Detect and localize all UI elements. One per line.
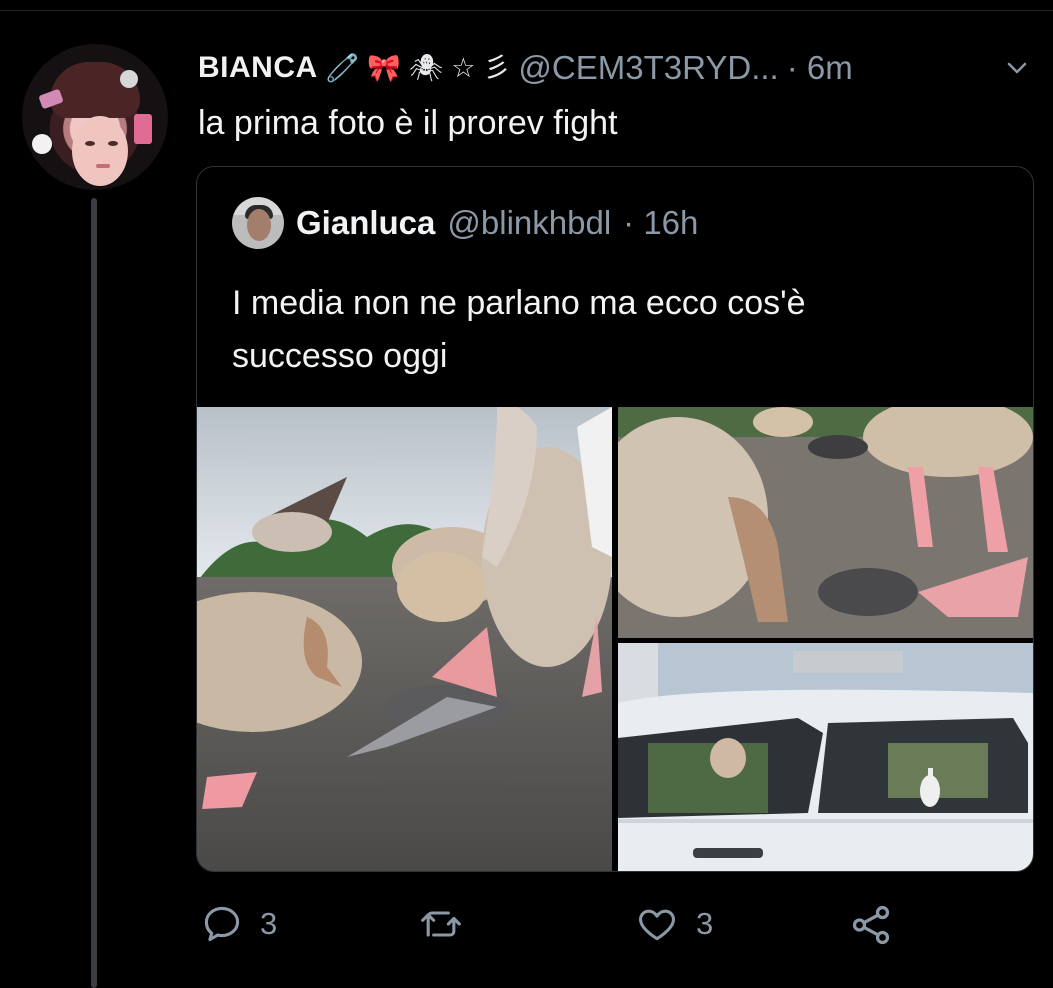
top-divider <box>0 10 1053 11</box>
reply-count: 3 <box>260 906 278 941</box>
thread-line <box>91 198 97 988</box>
geese-pigeon-photo[interactable] <box>197 407 612 871</box>
quoted-tweet[interactable]: Gianluca @blinkhbdl · 16h I media non ne… <box>196 166 1034 872</box>
quoted-media-grid <box>197 407 1033 871</box>
author-handle[interactable]: @CEM3T3RYD... <box>518 49 778 87</box>
quoted-tweet-time[interactable]: · 16h <box>623 204 698 242</box>
reply-icon <box>204 906 240 942</box>
quoted-author-handle[interactable]: @blinkhbdl <box>447 204 611 242</box>
author-avatar[interactable] <box>22 44 168 190</box>
spider-emoji: 🕷 <box>408 52 444 83</box>
share-icon <box>852 905 890 945</box>
police-car-goose-photo[interactable] <box>618 643 1033 871</box>
quoted-text-line-2: successo oggi <box>232 337 448 375</box>
author-display-name[interactable]: BIANCA <box>198 51 318 85</box>
heart-icon <box>639 909 675 941</box>
like-button[interactable]: 3 <box>634 902 713 946</box>
tweet-header: BIANCA 🧷 🎀 🕷 ☆ 彡 @CEM3T3RYD... · 6m <box>198 48 1028 88</box>
quoted-tweet-header: Gianluca @blinkhbdl · 16h <box>232 197 698 249</box>
geese-closeup-photo[interactable] <box>618 407 1033 638</box>
quoted-author-display-name[interactable]: Gianluca <box>296 204 435 242</box>
tail-symbol: 彡 <box>483 52 511 83</box>
share-button[interactable] <box>848 902 894 948</box>
ribbon-emoji: 🎀 <box>367 52 401 83</box>
tweet-text: la prima foto è il prorev fight <box>198 104 618 142</box>
retweet-button[interactable] <box>418 902 464 946</box>
quoted-text-line-1: I media non ne parlano ma ecco cos'è <box>232 284 806 322</box>
safety-pin-emoji: 🧷 <box>325 52 360 83</box>
chevron-down-icon[interactable] <box>1006 57 1028 79</box>
star-symbol: ☆ <box>451 52 476 83</box>
reply-button[interactable]: 3 <box>200 902 277 946</box>
retweet-icon <box>421 911 461 937</box>
tweet-time[interactable]: · 6m <box>787 49 853 87</box>
quoted-author-avatar[interactable] <box>232 197 284 249</box>
tweet-actions: 3 3 <box>198 890 918 960</box>
like-count: 3 <box>696 906 714 941</box>
quoted-tweet-text: I media non ne parlano ma ecco cos'è suc… <box>232 277 992 383</box>
